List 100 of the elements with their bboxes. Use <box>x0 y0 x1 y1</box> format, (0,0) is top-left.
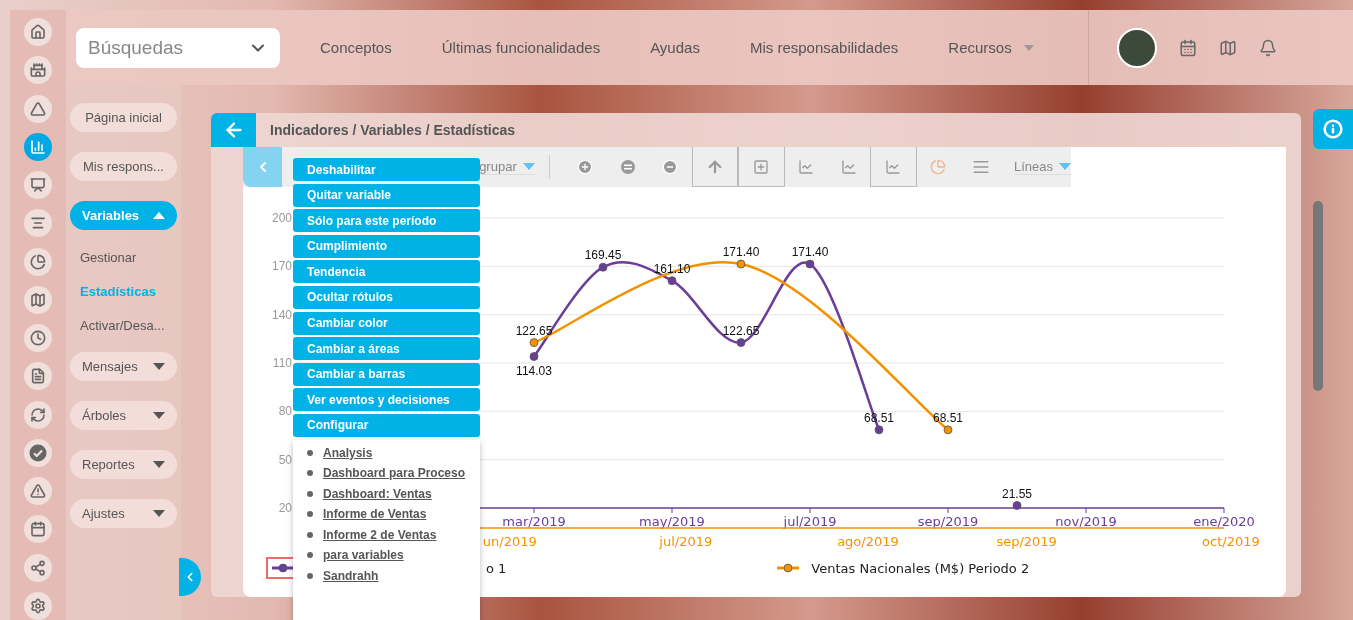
menu-link[interactable]: Informe 2 de Ventas <box>307 527 480 542</box>
menu-action[interactable]: Quitar variable <box>293 183 480 207</box>
menu-link[interactable]: Informe de Ventas <box>307 507 480 522</box>
data-point <box>667 276 677 286</box>
menu-action[interactable]: Ocultar rótulos <box>293 285 480 309</box>
search-select[interactable]: Búsquedas <box>76 27 280 68</box>
clock-icon <box>30 330 46 347</box>
data-point <box>529 352 539 361</box>
add-panel-button[interactable] <box>738 147 785 187</box>
menu-link[interactable]: Dashboard para Proceso <box>307 466 480 481</box>
pie-chart-button[interactable] <box>24 247 52 276</box>
bullet-icon <box>307 572 313 579</box>
data-point <box>1012 501 1022 510</box>
avatar[interactable] <box>1117 27 1157 68</box>
menu-link[interactable]: Analysis <box>307 445 480 460</box>
x-tick-label: jul/2019 <box>783 514 837 529</box>
menu-link[interactable]: Sandrahh <box>307 568 480 583</box>
nav-group[interactable]: Variables <box>70 201 177 230</box>
settings-button[interactable] <box>24 592 52 620</box>
chart-type-dropdown[interactable]: Líneas <box>1013 159 1071 175</box>
x-tick-label: nov/2019 <box>1055 514 1117 529</box>
x-tick-label: un/2019 <box>482 534 537 549</box>
calendar-button[interactable] <box>24 515 52 544</box>
up-arrow-button[interactable] <box>691 147 739 187</box>
check-button[interactable] <box>24 438 52 467</box>
scrollbar[interactable] <box>1313 201 1323 391</box>
data-point <box>598 262 608 272</box>
y-tick-label: 170 <box>271 259 292 274</box>
menu-action[interactable]: Ver eventos y decisiones <box>293 388 480 412</box>
warning-icon <box>30 483 46 500</box>
nav-link[interactable]: Últimas funcionalidades <box>441 39 601 56</box>
menu-action[interactable]: Deshabilitar <box>293 158 480 181</box>
bullet-icon <box>307 490 313 497</box>
home-button[interactable] <box>24 18 52 46</box>
nav-group[interactable]: Mensajes <box>70 352 177 381</box>
rook-button[interactable] <box>24 56 52 85</box>
lines-button[interactable] <box>24 209 52 238</box>
menu-action[interactable]: Cambiar color <box>293 311 480 335</box>
minus-circle-icon <box>662 159 679 175</box>
menu-action[interactable]: Cambiar a áreas <box>293 337 480 361</box>
data-label: 171.40 <box>722 245 760 260</box>
menu-action[interactable]: Cambiar a barras <box>293 362 480 386</box>
nav-link[interactable]: Recursos <box>948 39 1012 56</box>
map-icon[interactable] <box>1219 38 1237 57</box>
caret-icon <box>1023 44 1034 51</box>
menu-action[interactable]: Sólo para este período <box>293 209 480 233</box>
y-tick-label: 50 <box>278 452 292 467</box>
pie-chart-icon <box>30 253 46 270</box>
menu-action[interactable]: Cumplimiento <box>293 234 480 258</box>
x-tick-label: ene/2020 <box>1193 514 1255 529</box>
pyramid-icon <box>30 100 46 117</box>
info-icon <box>1323 119 1343 139</box>
nav-link[interactable]: Conceptos <box>320 39 392 56</box>
nav-group[interactable]: Reportes <box>70 450 177 479</box>
triangle-icon <box>153 212 165 219</box>
line-chart-icon <box>798 159 815 175</box>
bullet-icon <box>307 449 313 456</box>
data-label: 171.40 <box>791 245 829 260</box>
clock-button[interactable] <box>24 324 52 353</box>
square-plus-icon <box>753 158 770 175</box>
nav-group[interactable]: Árboles <box>70 401 177 430</box>
bar-chart-button[interactable] <box>24 132 52 161</box>
data-point <box>874 425 884 435</box>
nav-group[interactable]: Ajustes <box>70 499 177 528</box>
back-button[interactable] <box>211 113 256 147</box>
bell-icon[interactable] <box>1259 38 1277 57</box>
rook-icon <box>30 62 46 79</box>
nav-link[interactable]: Mis responsabilidades <box>749 39 899 56</box>
bullet-icon <box>307 511 313 518</box>
nav-link[interactable]: Ayudas <box>650 39 700 56</box>
menu-action[interactable]: Configurar <box>293 413 480 437</box>
data-label: 169.45 <box>584 248 622 263</box>
network-button[interactable] <box>24 553 52 582</box>
calendar-icon[interactable] <box>1179 38 1197 57</box>
nav-pill[interactable]: Página inicial <box>70 103 177 132</box>
info-button[interactable] <box>1313 109 1353 149</box>
equal-circle-icon <box>619 159 636 175</box>
menu-link[interactable]: para variables <box>307 548 480 563</box>
bar-chart-icon <box>30 138 46 155</box>
list-icon <box>971 158 990 176</box>
nav-subitem[interactable]: Activar/Desa... <box>80 318 165 333</box>
nav-subitem[interactable]: Gestionar <box>80 250 137 265</box>
document-button[interactable] <box>24 362 52 391</box>
data-label: 21.55 <box>1002 486 1032 501</box>
line-chart-icon <box>840 159 857 175</box>
presentation-button[interactable] <box>24 171 52 200</box>
data-point <box>529 338 539 347</box>
map-button[interactable] <box>24 285 52 314</box>
pyramid-button[interactable] <box>24 94 52 123</box>
bullet-icon <box>307 470 313 477</box>
pie-chart-icon <box>929 159 946 175</box>
x-tick-label: mar/2019 <box>502 514 566 529</box>
nav-pill[interactable]: Mis respons... <box>70 152 177 181</box>
refresh-button[interactable] <box>24 400 52 429</box>
x-tick-label: oct/2019 <box>1202 534 1260 549</box>
warning-button[interactable] <box>24 477 52 506</box>
menu-action[interactable]: Tendencia <box>293 260 480 284</box>
presentation-icon <box>30 177 46 194</box>
triangle-icon <box>153 510 165 517</box>
menu-link[interactable]: Dashboard: Ventas <box>307 486 480 501</box>
